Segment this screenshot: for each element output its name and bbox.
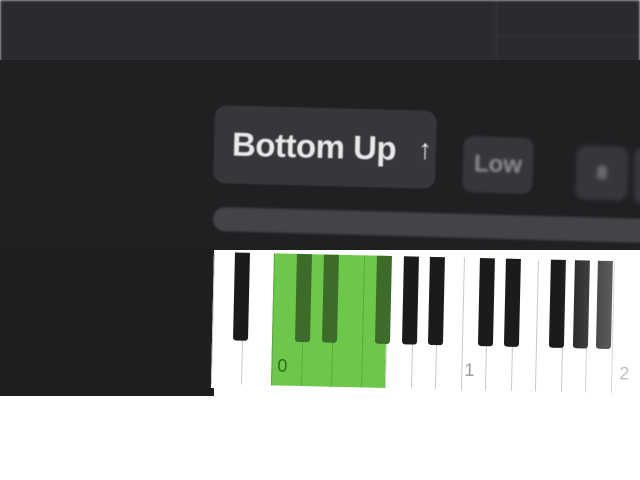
arp-mode-button[interactable]: Bottom Up ↑ — [213, 105, 437, 189]
octave-label: 0 — [277, 355, 288, 376]
octave-label: 2 — [619, 363, 630, 384]
app-window: Bottom Up ↑ Low 8 0 1 2 — [0, 0, 640, 480]
black-key[interactable] — [374, 255, 392, 345]
arp-mode-label: Bottom Up — [231, 125, 397, 167]
black-key[interactable] — [477, 258, 495, 347]
step-count-button[interactable]: 8 — [575, 145, 629, 201]
grid-line — [496, 36, 640, 37]
black-key[interactable] — [548, 259, 566, 348]
low-label: Low — [473, 150, 523, 179]
black-key[interactable] — [321, 254, 339, 343]
black-key[interactable] — [503, 258, 521, 347]
black-key[interactable] — [595, 260, 613, 350]
octave-label: 1 — [464, 359, 475, 380]
black-key[interactable] — [401, 256, 419, 345]
piano-keyboard[interactable]: 0 1 2 — [210, 252, 640, 398]
black-key[interactable] — [572, 260, 590, 349]
grid-line — [496, 0, 497, 62]
timeline-strip — [0, 0, 640, 62]
black-key[interactable] — [294, 253, 312, 343]
arrow-up-icon: ↑ — [417, 133, 433, 165]
step-count-label: 8 — [596, 162, 608, 183]
black-key[interactable] — [427, 256, 445, 346]
next-control[interactable] — [634, 148, 640, 204]
low-button[interactable]: Low — [462, 135, 534, 195]
black-key[interactable] — [232, 252, 250, 341]
panel-sidebar — [0, 248, 214, 396]
